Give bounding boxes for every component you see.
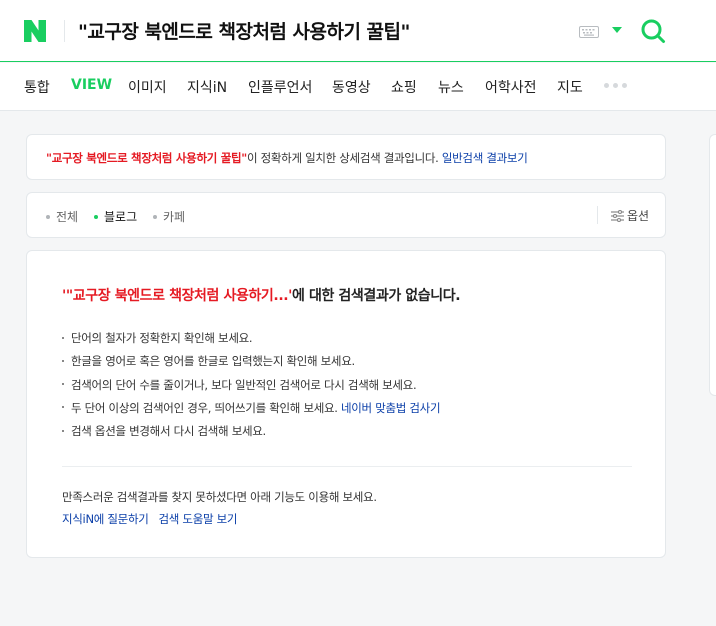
ask-kin-link[interactable]: 지식iN에 질문하기 — [62, 512, 149, 526]
filter-dot — [46, 214, 50, 219]
tip-item: 두 단어 이상의 검색어인 경우, 띄어쓰기를 확인해 보세요. 네이버 맞춤법… — [62, 397, 441, 420]
notice-message: 이 정확하게 일치한 상세검색 결과입니다. — [246, 151, 439, 165]
sliders-icon — [611, 209, 624, 222]
no-result-title: '"교구장 북엔드로 책장처럼 사용하기...'에 대한 검색결과가 없습니다. — [62, 285, 461, 305]
tab-kin[interactable]: 지식iN — [187, 77, 227, 97]
filter-label: 블로그 — [104, 210, 138, 224]
tip-text: 검색 옵션을 변경해서 다시 검색해 보세요. — [71, 424, 266, 439]
naver-logo[interactable] — [24, 20, 46, 42]
option-label: 옵션 — [627, 209, 650, 223]
notice-query: "교구장 북엔드로 책장처럼 사용하기 꿀팁" — [46, 151, 247, 165]
side-panel-edge — [709, 134, 716, 396]
filter-dot — [153, 214, 157, 219]
filter-cafe[interactable]: 카페 — [153, 208, 185, 225]
filter-all[interactable]: 전체 — [46, 208, 78, 225]
option-button[interactable]: 옵션 — [611, 207, 649, 224]
help-links: 지식iN에 질문하기 검색 도움말 보기 — [62, 511, 247, 527]
tip-item: 한글을 영어로 혹은 영어를 한글로 입력했는지 확인해 보세요. — [62, 350, 440, 373]
filter-dot — [94, 214, 98, 219]
tab-shopping[interactable]: 쇼핑 — [391, 77, 417, 97]
result-divider — [62, 466, 632, 467]
filter-label: 카페 — [163, 210, 186, 224]
search-query[interactable]: "교구장 북엔드로 책장처럼 사용하기 꿀팁" — [78, 17, 410, 44]
tab-video[interactable]: 동영상 — [332, 77, 371, 97]
no-result-query: '"교구장 북엔드로 책장처럼 사용하기...' — [62, 288, 293, 304]
tip-text: 단어의 철자가 정확한지 확인해 보세요. — [71, 331, 253, 345]
exact-match-notice: "교구장 북엔드로 책장처럼 사용하기 꿀팁"이 정확하게 일치한 상세검색 결… — [26, 134, 666, 180]
tip-item: 검색 옵션을 변경해서 다시 검색해 보세요. — [62, 420, 440, 443]
tip-text: 두 단어 이상의 검색어인 경우, 띄어쓰기를 확인해 보세요. — [71, 400, 338, 415]
tab-influencer[interactable]: 인플루언서 — [248, 77, 312, 97]
search-icon[interactable] — [640, 18, 666, 44]
tab-all[interactable]: 통합 — [24, 77, 50, 97]
caret-down-icon[interactable] — [612, 27, 622, 33]
general-search-link[interactable]: 일반검색 결과보기 — [442, 151, 528, 165]
no-result-panel: '"교구장 북엔드로 책장처럼 사용하기...'에 대한 검색결과가 없습니다.… — [26, 250, 666, 558]
tab-view[interactable]: VIEW — [71, 77, 112, 93]
tip-text: 한글을 영어로 혹은 영어를 한글로 입력했는지 확인해 보세요. — [71, 354, 355, 369]
tab-news[interactable]: 뉴스 — [438, 77, 464, 97]
tip-item: 단어의 철자가 정확한지 확인해 보세요. — [62, 327, 440, 350]
filter-divider — [597, 206, 598, 224]
more-tabs-icon[interactable] — [604, 83, 627, 88]
notice-text: "교구장 북엔드로 책장처럼 사용하기 꿀팁"이 정확하게 일치한 상세검색 결… — [46, 150, 528, 166]
spell-checker-link[interactable]: 네이버 맞춤법 검사기 — [341, 401, 441, 415]
tab-dictionary[interactable]: 어학사전 — [485, 77, 537, 97]
keyboard-icon[interactable] — [579, 26, 599, 38]
filter-label: 전체 — [56, 210, 79, 224]
tab-image[interactable]: 이미지 — [128, 77, 167, 97]
tip-text: 검색어의 단어 수를 줄이거나, 보다 일반적인 검색어로 다시 검색해 보세요… — [71, 377, 417, 392]
search-tabs: 통합 VIEW 이미지 지식iN 인플루언서 동영상 쇼핑 뉴스 어학사전 지도 — [0, 63, 716, 111]
header: "교구장 북엔드로 책장처럼 사용하기 꿀팁" — [0, 0, 716, 62]
filter-blog[interactable]: 블로그 — [94, 208, 137, 225]
tip-item: 검색어의 단어 수를 줄이거나, 보다 일반적인 검색어로 다시 검색해 보세요… — [62, 374, 440, 397]
header-divider — [64, 20, 65, 42]
search-help-link[interactable]: 검색 도움말 보기 — [159, 512, 238, 526]
tab-map[interactable]: 지도 — [557, 77, 583, 97]
search-tips: 단어의 철자가 정확한지 확인해 보세요. 한글을 영어로 혹은 영어를 한글로… — [62, 327, 441, 443]
help-text: 만족스러운 검색결과를 찾지 못하셨다면 아래 기능도 이용해 보세요. — [62, 490, 377, 504]
no-result-suffix: 에 대한 검색결과가 없습니다. — [292, 288, 461, 304]
filter-bar: 전체 블로그 카페 옵션 — [26, 192, 666, 238]
